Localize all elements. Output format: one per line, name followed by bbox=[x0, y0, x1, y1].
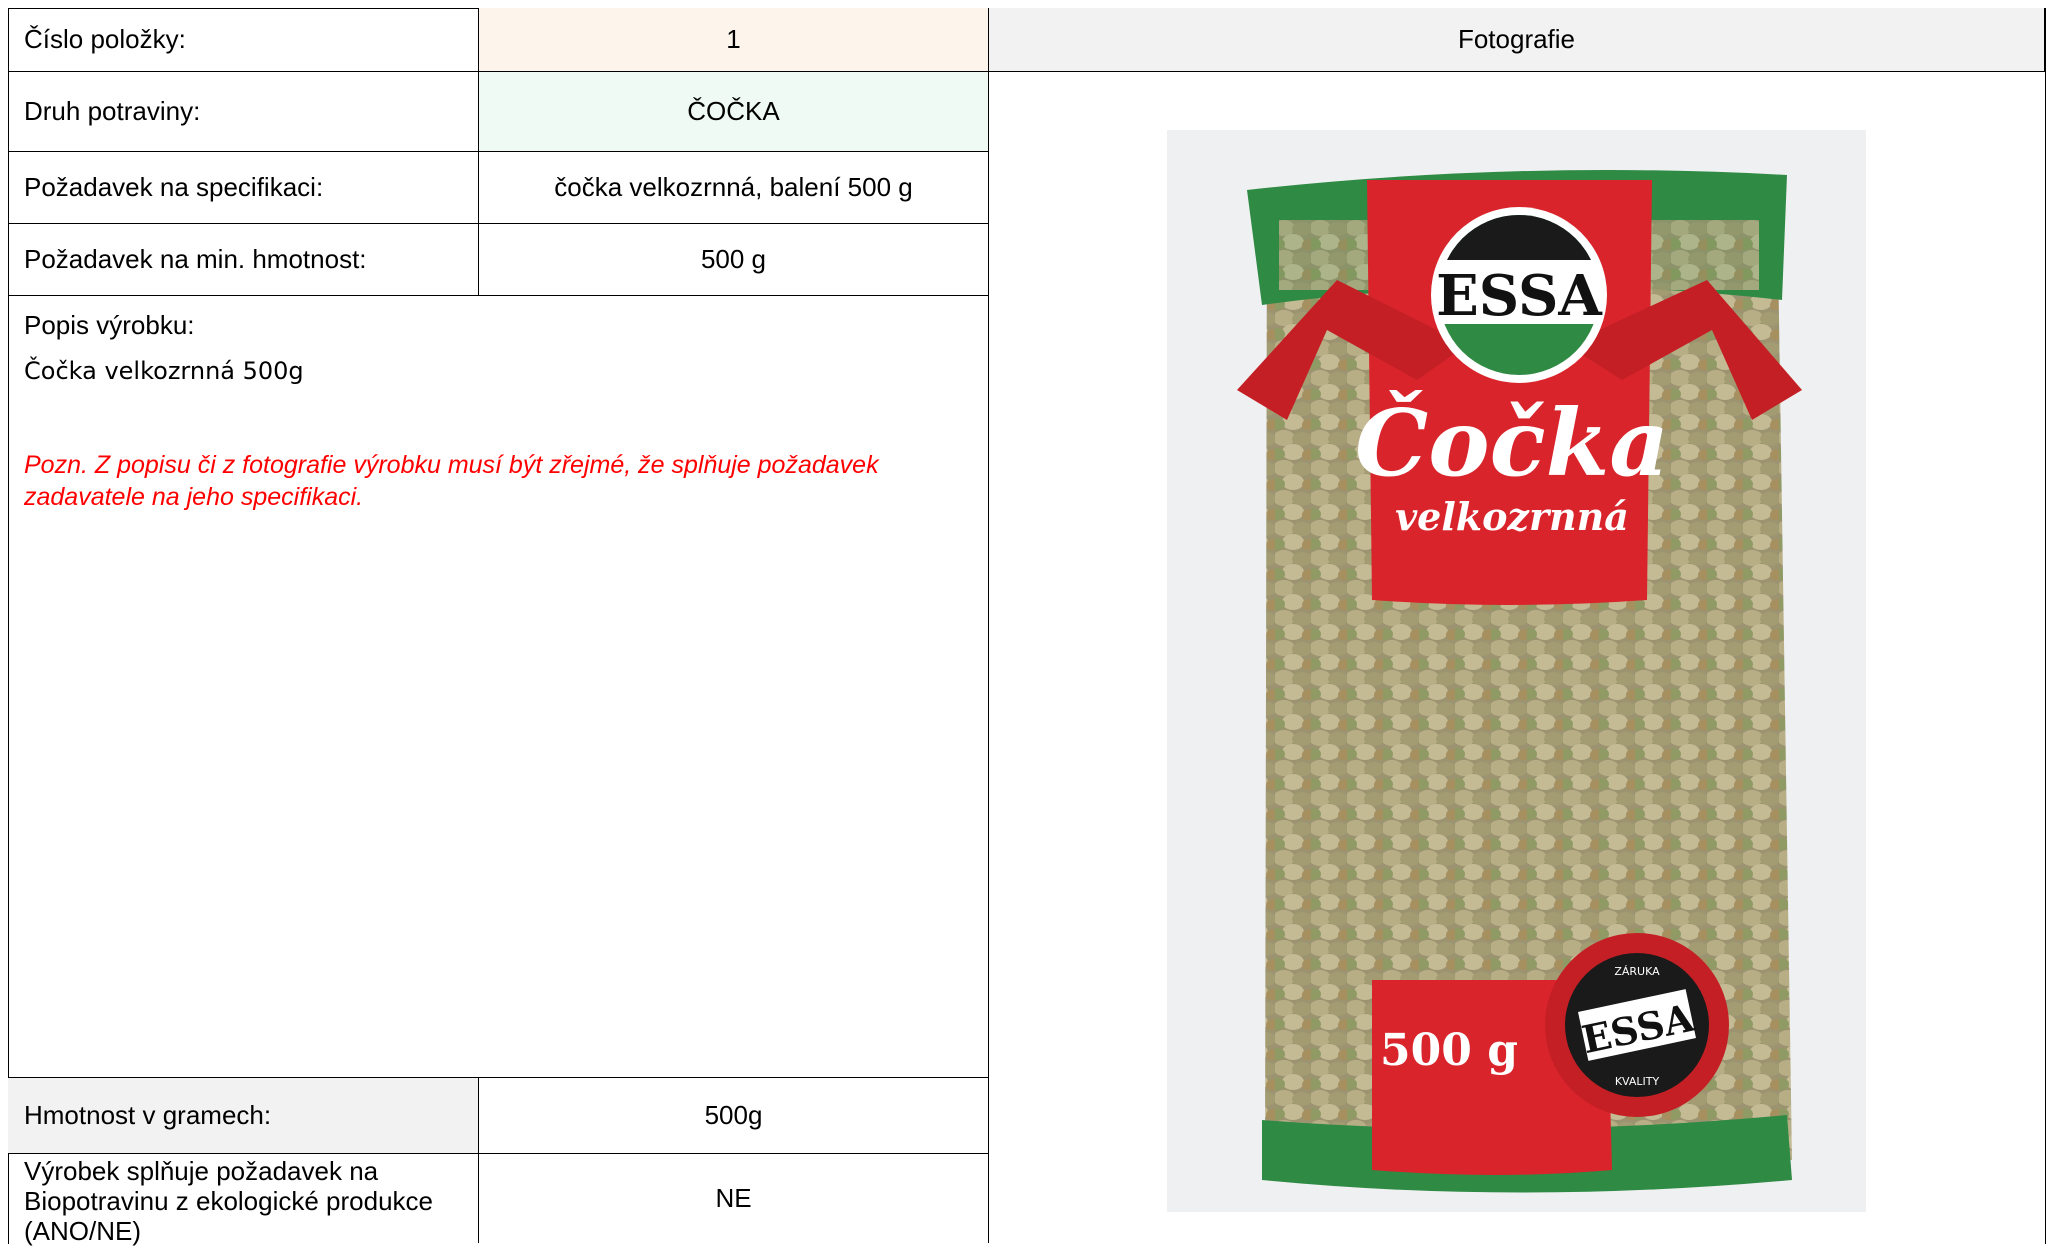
description-label: Popis výrobku: bbox=[24, 310, 195, 340]
lentil-package-image: ESSA Čočka velkozrnná 500 g ESSA ZÁRUKA … bbox=[1167, 130, 1866, 1212]
bio-label: Výrobek splňuje požadavek na Biopotravin… bbox=[8, 1154, 479, 1246]
description-note: Pozn. Z popisu či z fotografie výrobku m… bbox=[24, 451, 879, 511]
seal-text-top: ZÁRUKA bbox=[1614, 965, 1660, 978]
description-value: Čočka velkozrnná 500g bbox=[24, 357, 304, 385]
item-number-label: Číslo položky: bbox=[8, 8, 479, 72]
min-weight-value: 500 g bbox=[479, 224, 989, 296]
product-name: Čočka bbox=[1355, 389, 1669, 497]
weight-label: Hmotnost v gramech: bbox=[8, 1078, 479, 1154]
weight-value: 500g bbox=[479, 1078, 989, 1154]
item-number-value: 1 bbox=[479, 8, 989, 72]
food-type-label: Druh potraviny: bbox=[8, 72, 479, 152]
min-weight-label: Požadavek na min. hmotnost: bbox=[8, 224, 479, 296]
food-type-value: ČOČKA bbox=[479, 72, 989, 152]
bio-value: NE bbox=[479, 1154, 989, 1243]
photo-header: Fotografie bbox=[989, 8, 2045, 72]
description-cell: Popis výrobku: Čočka velkozrnná 500g Poz… bbox=[8, 296, 989, 1078]
package-weight: 500 g bbox=[1380, 1025, 1518, 1076]
spec-label: Požadavek na specifikaci: bbox=[8, 152, 479, 224]
product-photo: ESSA Čočka velkozrnná 500 g ESSA ZÁRUKA … bbox=[1167, 130, 1866, 1212]
spec-value: čočka velkozrnná, balení 500 g bbox=[479, 152, 989, 224]
brand-logo: ESSA bbox=[1436, 263, 1603, 329]
seal-text-bottom: KVALITY bbox=[1615, 1075, 1660, 1088]
product-subtitle: velkozrnná bbox=[1395, 494, 1629, 539]
